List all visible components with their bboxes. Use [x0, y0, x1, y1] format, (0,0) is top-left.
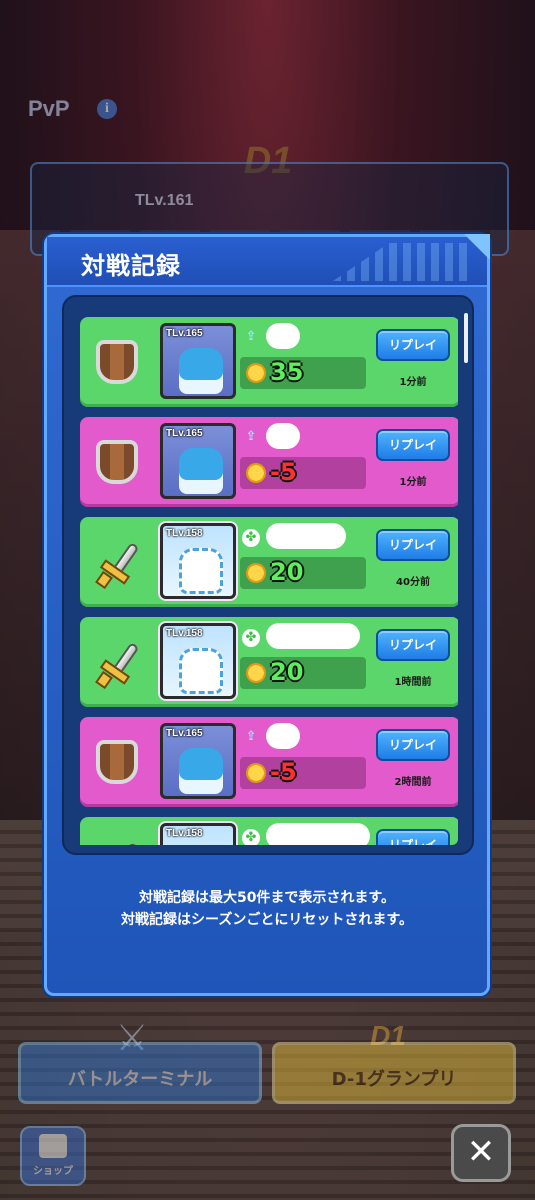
opponent-name-redacted	[266, 323, 300, 349]
note-line-2: 対戦記録はシーズンごとにリセットされます。	[121, 912, 413, 928]
shield-icon	[94, 339, 140, 385]
player-tlv: TLv.161	[135, 192, 194, 209]
shield-icon	[94, 739, 140, 785]
note-line-1: 対戦記録は最大50件まで表示されます。	[138, 890, 396, 906]
battle-list[interactable]: TLv.165 ⇪ 35 リプレイ 1分前 TLv.165 ⇪ -5 リプレイ 1分前 TLv.15…	[74, 309, 458, 845]
opponent-tlv: TLv.165	[166, 428, 203, 439]
replay-button[interactable]: リプレイ	[376, 529, 450, 561]
time-ago: 40分前	[396, 577, 430, 588]
opponent-name-redacted	[266, 523, 346, 549]
opponent-name-redacted	[266, 423, 300, 449]
score-bar: -5	[240, 457, 366, 489]
time-ago: 1分前	[399, 377, 427, 388]
replay-button[interactable]: リプレイ	[376, 629, 450, 661]
replay-button[interactable]: リプレイ	[376, 429, 450, 461]
battle-terminal-button[interactable]: バトルターミナル	[18, 1042, 262, 1104]
battle-row: TLv.158 ✤ 20 リプレイ 40分前	[80, 517, 458, 607]
clover-icon: ✤	[242, 529, 260, 547]
sword-icon	[94, 639, 140, 690]
opponent-name-redacted	[266, 823, 370, 845]
header-decoration	[333, 243, 473, 281]
sword-icon	[94, 839, 140, 845]
close-button[interactable]: ✕	[451, 1124, 511, 1182]
battle-row: TLv.165 ⇪ -5 リプレイ 2時間前	[80, 717, 458, 807]
opponent-avatar: TLv.165	[160, 423, 236, 499]
rank-up-icon: ⇪	[245, 729, 257, 744]
battle-history-dialog: 対戦記録 TLv.165 ⇪ 35 リプレイ 1分前 TLv.165 ⇪ -5 リプレイ 1分前 T…	[44, 234, 490, 996]
pvp-title: PvP	[28, 96, 70, 121]
shield-icon	[94, 439, 140, 485]
replay-button[interactable]: リプレイ	[376, 329, 450, 361]
rank-up-icon: ⇪	[245, 329, 257, 344]
time-ago: 1時間前	[394, 677, 432, 688]
opponent-name-redacted	[266, 623, 360, 649]
opponent-tlv: TLv.158	[166, 628, 203, 639]
score-bar: 20	[240, 657, 366, 689]
battle-row: TLv.158 ✤ リプレイ	[80, 817, 458, 845]
medal-icon	[246, 363, 266, 383]
score-bar: -5	[240, 757, 366, 789]
info-icon[interactable]: i	[97, 99, 117, 119]
battle-row: TLv.158 ✤ 20 リプレイ 1時間前	[80, 617, 458, 707]
battle-row: TLv.165 ⇪ -5 リプレイ 1分前	[80, 417, 458, 507]
rank-up-icon: ⇪	[245, 429, 257, 444]
sword-icon	[94, 539, 140, 590]
clover-icon: ✤	[242, 829, 260, 845]
score-bar: 20	[240, 557, 366, 589]
d1-grandprix-button[interactable]: D-1グランプリ	[272, 1042, 516, 1104]
battle-row: TLv.165 ⇪ 35 リプレイ 1分前	[80, 317, 458, 407]
digimon-portrait	[179, 548, 223, 594]
time-ago: 1分前	[399, 477, 427, 488]
shop-label: ショップ	[33, 1166, 73, 1177]
digimon-portrait	[179, 448, 223, 494]
digimon-portrait	[179, 648, 223, 694]
medal-icon	[246, 763, 266, 783]
dialog-title: 対戦記録	[81, 252, 181, 280]
opponent-avatar: TLv.165	[160, 323, 236, 399]
replay-button[interactable]: リプレイ	[376, 829, 450, 845]
score-change: 35	[270, 358, 304, 386]
opponent-tlv: TLv.165	[166, 328, 203, 339]
opponent-avatar: TLv.165	[160, 723, 236, 799]
scrollbar[interactable]	[464, 313, 468, 363]
dialog-notes: 対戦記録は最大50件まで表示されます。 対戦記録はシーズンごとにリセットされます…	[47, 887, 487, 931]
score-change: -5	[270, 458, 297, 486]
opponent-tlv: TLv.158	[166, 828, 203, 839]
clover-icon: ✤	[242, 629, 260, 647]
medal-icon	[246, 663, 266, 683]
opponent-tlv: TLv.158	[166, 528, 203, 539]
opponent-avatar: TLv.158	[160, 823, 236, 845]
battle-list-frame: TLv.165 ⇪ 35 リプレイ 1分前 TLv.165 ⇪ -5 リプレイ 1分前 TLv.15…	[62, 295, 474, 855]
opponent-name-redacted	[266, 723, 300, 749]
shop-icon	[39, 1134, 67, 1158]
opponent-avatar: TLv.158	[160, 523, 236, 599]
score-change: 20	[270, 558, 304, 586]
score-change: 20	[270, 658, 304, 686]
medal-icon	[246, 463, 266, 483]
opponent-avatar: TLv.158	[160, 623, 236, 699]
score-change: -5	[270, 758, 297, 786]
time-ago: 2時間前	[394, 777, 432, 788]
digimon-portrait	[179, 748, 223, 794]
dialog-header: 対戦記録	[47, 237, 487, 287]
medal-icon	[246, 563, 266, 583]
replay-button[interactable]: リプレイ	[376, 729, 450, 761]
shop-button[interactable]: ショップ	[20, 1126, 86, 1186]
opponent-tlv: TLv.165	[166, 728, 203, 739]
digimon-portrait	[179, 348, 223, 394]
score-bar: 35	[240, 357, 366, 389]
